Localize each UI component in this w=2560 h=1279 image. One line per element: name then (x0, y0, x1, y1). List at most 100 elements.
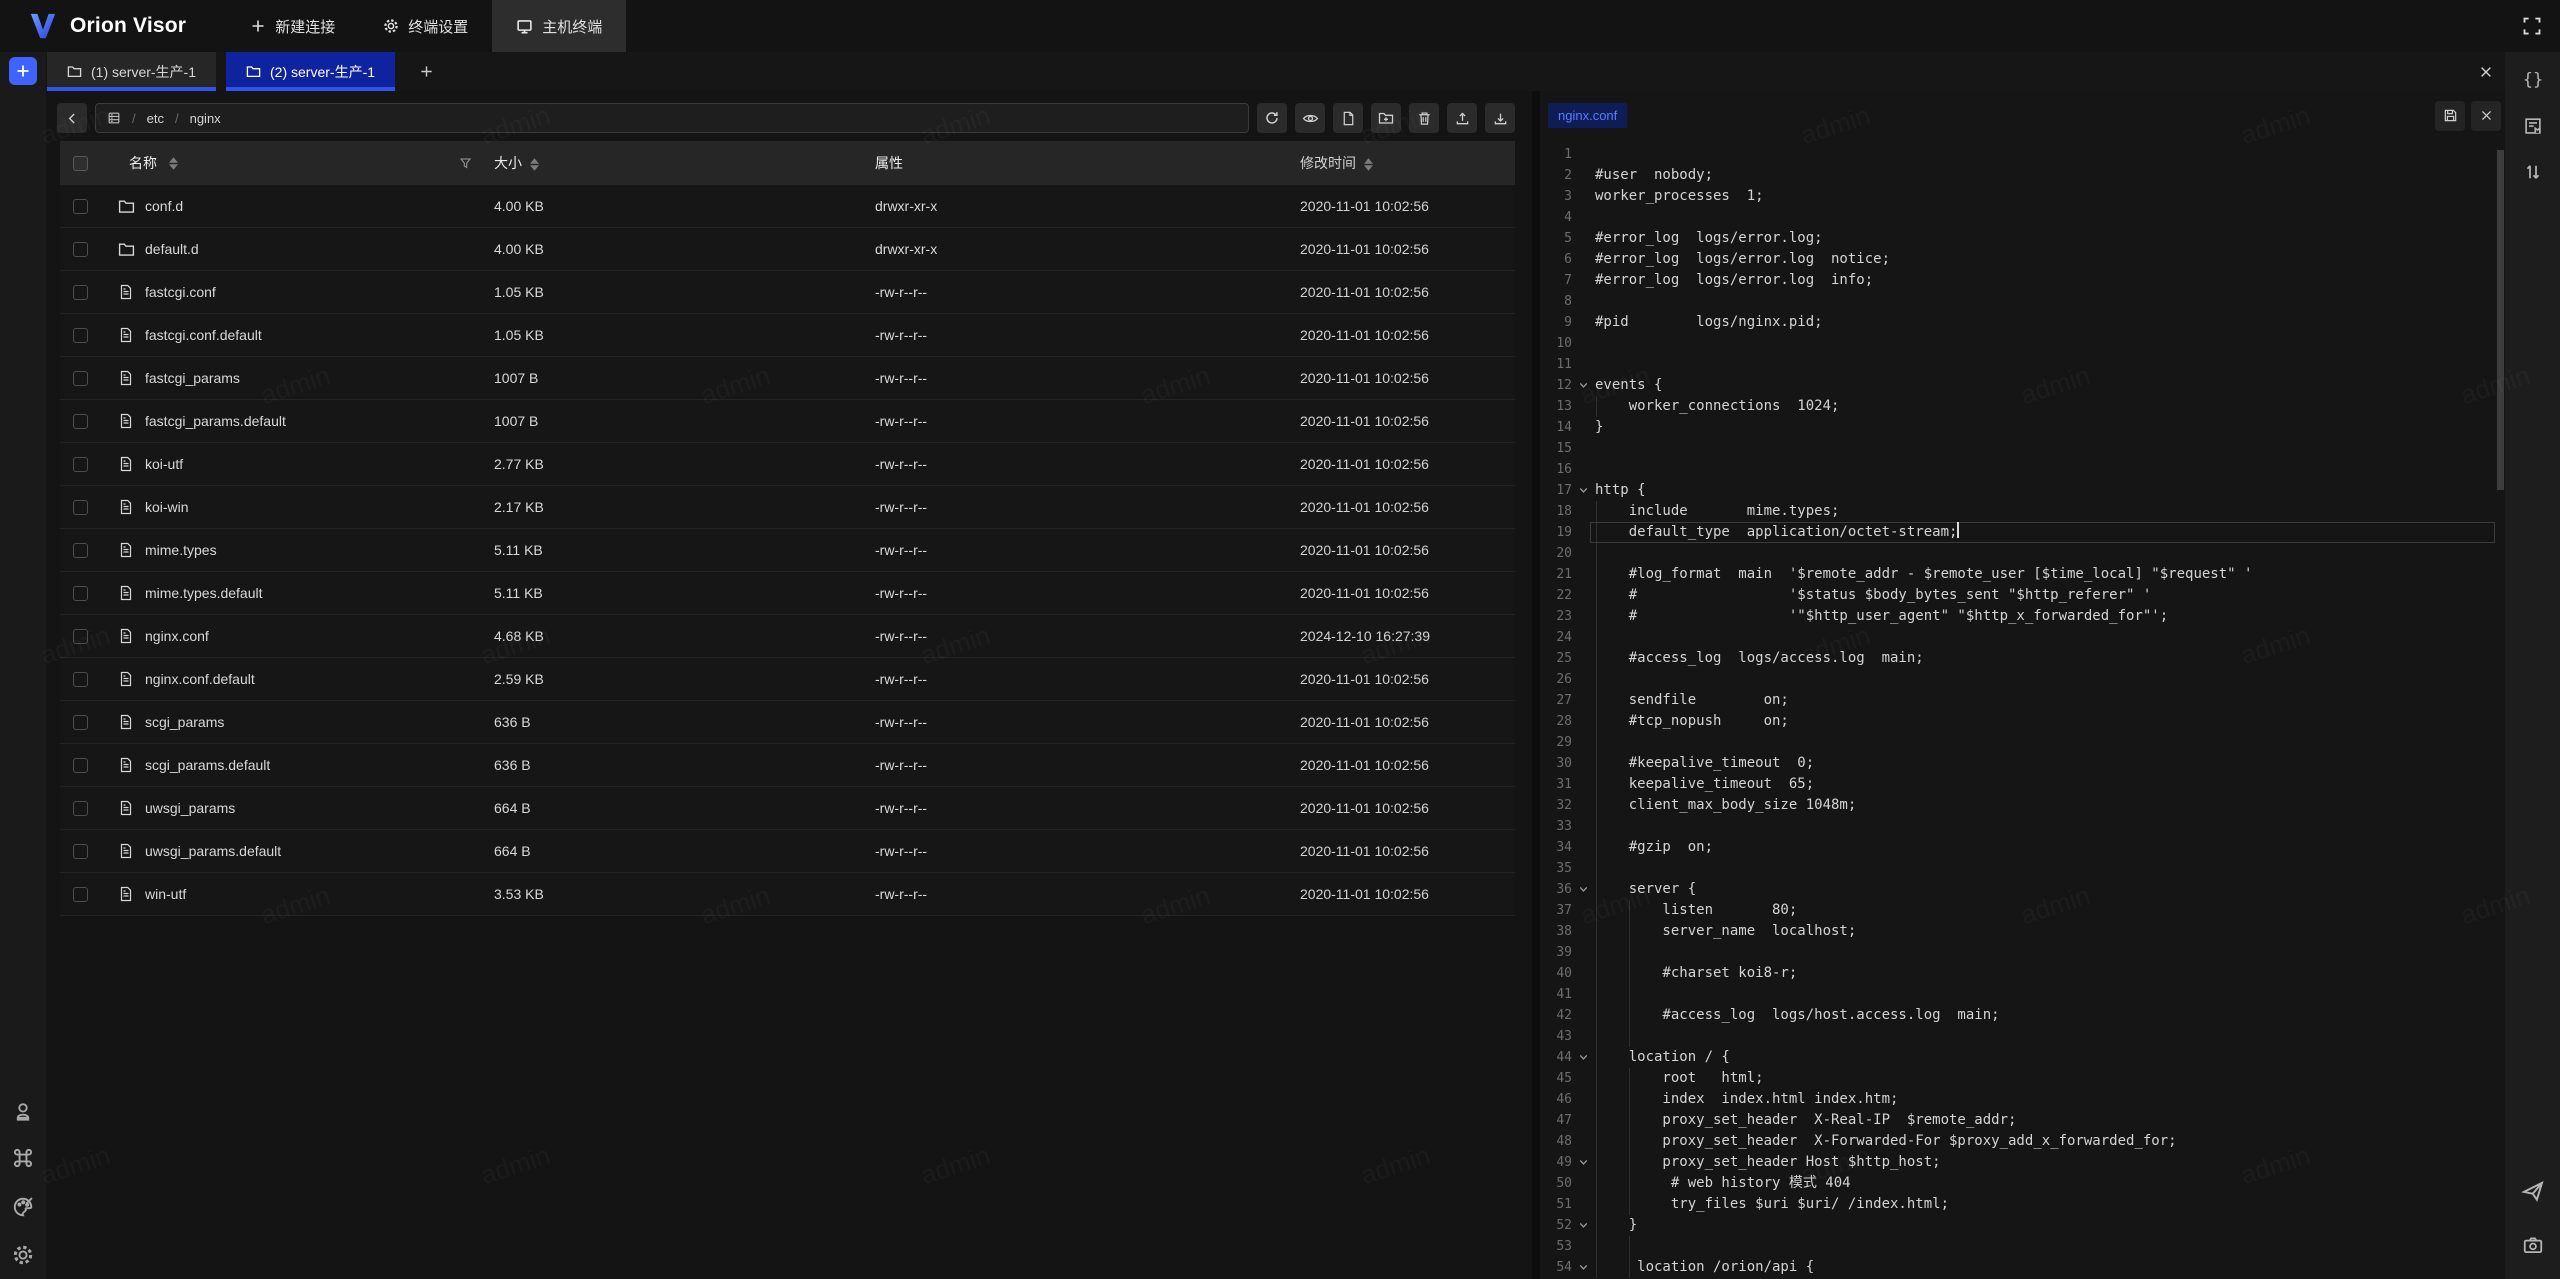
row-checkbox[interactable] (73, 543, 88, 558)
file-row[interactable]: default.d 4.00 KB drwxr-xr-x 2020-11-01 … (60, 228, 1515, 271)
menu-terminal-settings[interactable]: 终端设置 (359, 0, 492, 52)
file-row[interactable]: koi-utf 2.77 KB -rw-r--r-- 2020-11-01 10… (60, 443, 1515, 486)
palette-icon[interactable] (11, 1195, 35, 1219)
sort-icon[interactable] (1364, 158, 1373, 171)
file-row[interactable]: scgi_params.default 636 B -rw-r--r-- 202… (60, 744, 1515, 787)
header-mtime[interactable]: 修改时间 (1290, 153, 1515, 173)
row-checkbox[interactable] (73, 844, 88, 859)
code-area[interactable]: 12#user nobody;3worker_processes 1;45#er… (1540, 140, 2505, 1279)
row-checkbox[interactable] (73, 586, 88, 601)
camera-icon[interactable] (2517, 1229, 2549, 1261)
chevron-down-icon[interactable] (1577, 1156, 1590, 1169)
braces-icon[interactable]: {} (2517, 64, 2549, 96)
swap-arrows-icon[interactable] (2517, 156, 2549, 188)
file-row[interactable]: mime.types 5.11 KB -rw-r--r-- 2020-11-01… (60, 529, 1515, 572)
row-checkbox[interactable] (73, 758, 88, 773)
row-checkbox[interactable] (73, 285, 88, 300)
command-icon[interactable] (11, 1146, 35, 1170)
file-name[interactable]: default.d (145, 241, 199, 257)
row-checkbox[interactable] (73, 371, 88, 386)
delete-button[interactable] (1409, 103, 1439, 133)
new-tab-button[interactable] (9, 57, 37, 85)
row-checkbox[interactable] (73, 801, 88, 816)
file-name[interactable]: scgi_params (145, 714, 224, 730)
funnel-icon[interactable] (459, 157, 472, 170)
file-permissions: -rw-r--r-- (870, 542, 1290, 558)
chevron-down-icon[interactable] (1577, 379, 1590, 392)
row-checkbox[interactable] (73, 629, 88, 644)
file-name[interactable]: uwsgi_params (145, 800, 235, 816)
file-row[interactable]: fastcgi_params.default 1007 B -rw-r--r--… (60, 400, 1515, 443)
row-checkbox[interactable] (73, 328, 88, 343)
user-icon[interactable] (11, 1100, 35, 1124)
file-row[interactable]: fastcgi.conf.default 1.05 KB -rw-r--r-- … (60, 314, 1515, 357)
send-icon[interactable] (2517, 1175, 2549, 1207)
eye-button[interactable] (1295, 103, 1325, 133)
header-name[interactable]: 名称 (100, 153, 490, 173)
file-name[interactable]: fastcgi.conf.default (145, 327, 262, 343)
sort-icon[interactable] (530, 158, 539, 171)
file-name[interactable]: uwsgi_params.default (145, 843, 281, 859)
file-name[interactable]: mime.types.default (145, 585, 263, 601)
menu-host-terminal[interactable]: 主机终端 (492, 0, 626, 52)
file-name[interactable]: fastcgi.conf (145, 284, 216, 300)
file-name[interactable]: fastcgi_params (145, 370, 240, 386)
file-row[interactable]: nginx.conf.default 2.59 KB -rw-r--r-- 20… (60, 658, 1515, 701)
doc-bookmark-icon[interactable] (2517, 110, 2549, 142)
editor-close-button[interactable] (2471, 101, 2501, 131)
file-row[interactable]: conf.d 4.00 KB drwxr-xr-x 2020-11-01 10:… (60, 185, 1515, 228)
file-name[interactable]: fastcgi_params.default (145, 413, 286, 429)
file-row[interactable]: uwsgi_params 664 B -rw-r--r-- 2020-11-01… (60, 787, 1515, 830)
new-folder-button[interactable] (1371, 103, 1401, 133)
chevron-down-icon[interactable] (1577, 1261, 1590, 1274)
download-button[interactable] (1485, 103, 1515, 133)
refresh-button[interactable] (1257, 103, 1287, 133)
save-button[interactable] (2435, 101, 2465, 131)
file-name[interactable]: nginx.conf (145, 628, 209, 644)
chevron-down-icon[interactable] (1577, 1051, 1590, 1064)
back-button[interactable] (57, 103, 87, 133)
file-name[interactable]: mime.types (145, 542, 217, 558)
row-checkbox[interactable] (73, 887, 88, 902)
file-row[interactable]: win-utf 3.53 KB -rw-r--r-- 2020-11-01 10… (60, 873, 1515, 916)
file-name[interactable]: nginx.conf.default (145, 671, 255, 687)
file-name[interactable]: koi-utf (145, 456, 183, 472)
file-name[interactable]: scgi_params.default (145, 757, 270, 773)
file-row[interactable]: nginx.conf 4.68 KB -rw-r--r-- 2024-12-10… (60, 615, 1515, 658)
row-checkbox[interactable] (73, 457, 88, 472)
file-row[interactable]: fastcgi_params 1007 B -rw-r--r-- 2020-11… (60, 357, 1515, 400)
add-tab-button[interactable] (405, 52, 447, 91)
file-row[interactable]: fastcgi.conf 1.05 KB -rw-r--r-- 2020-11-… (60, 271, 1515, 314)
breadcrumb-nginx[interactable]: nginx (190, 111, 221, 126)
row-checkbox[interactable] (73, 672, 88, 687)
upload-button[interactable] (1447, 103, 1477, 133)
fullscreen-icon[interactable] (2516, 10, 2548, 42)
row-checkbox[interactable] (73, 715, 88, 730)
new-file-button[interactable] (1333, 103, 1363, 133)
gear-icon[interactable] (11, 1243, 35, 1267)
tab-server-1[interactable]: (1) server-生产-1 (47, 52, 216, 91)
file-row[interactable]: uwsgi_params.default 664 B -rw-r--r-- 20… (60, 830, 1515, 873)
header-size[interactable]: 大小 (490, 153, 870, 173)
panel-close-icon[interactable] (2479, 52, 2493, 91)
file-name[interactable]: conf.d (145, 198, 183, 214)
tab-server-2[interactable]: (2) server-生产-1 (226, 52, 395, 91)
row-checkbox[interactable] (73, 500, 88, 515)
file-row[interactable]: koi-win 2.17 KB -rw-r--r-- 2020-11-01 10… (60, 486, 1515, 529)
file-row[interactable]: scgi_params 636 B -rw-r--r-- 2020-11-01 … (60, 701, 1515, 744)
row-checkbox[interactable] (73, 242, 88, 257)
path-breadcrumb[interactable]: / etc / nginx (95, 103, 1249, 133)
chevron-down-icon[interactable] (1577, 484, 1590, 497)
row-checkbox[interactable] (73, 414, 88, 429)
file-name[interactable]: koi-win (145, 499, 189, 515)
select-all-checkbox[interactable] (73, 156, 88, 171)
file-row[interactable]: mime.types.default 5.11 KB -rw-r--r-- 20… (60, 572, 1515, 615)
menu-new-connection[interactable]: 新建连接 (226, 0, 359, 52)
chevron-down-icon[interactable] (1577, 1219, 1590, 1232)
sort-icon[interactable] (169, 157, 178, 170)
chevron-down-icon[interactable] (1577, 883, 1590, 896)
row-checkbox[interactable] (73, 199, 88, 214)
file-name[interactable]: win-utf (145, 886, 186, 902)
open-file-badge[interactable]: nginx.conf (1548, 103, 1627, 128)
breadcrumb-etc[interactable]: etc (147, 111, 164, 126)
